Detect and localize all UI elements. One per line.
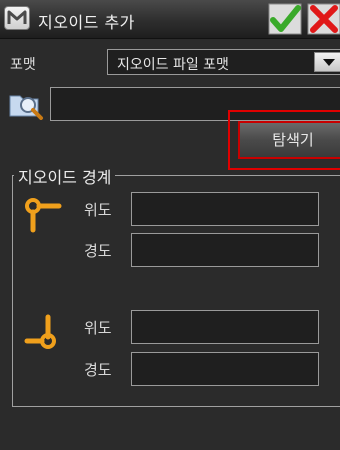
format-label: 포맷 xyxy=(10,57,36,73)
se-longitude-input[interactable] xyxy=(131,352,319,386)
format-select[interactable]: 지오이드 파일 포맷 xyxy=(107,49,340,75)
dialog-title: 지오이드 추가 xyxy=(38,13,135,32)
nw-latitude-label: 위도 xyxy=(84,201,112,219)
se-longitude-label: 경도 xyxy=(84,361,112,379)
title-bar: 지오이드 추가 xyxy=(0,0,340,39)
nw-latitude-input[interactable] xyxy=(131,192,319,226)
explorer-button[interactable]: 탐색기 xyxy=(238,121,340,159)
folder-search-icon[interactable] xyxy=(8,88,48,120)
chevron-down-icon xyxy=(323,59,335,66)
dialog-window: 지오이드 추가 포맷 지오이드 파일 포맷 탐색기 지오이드 경계 위도 경도 … xyxy=(0,0,340,450)
corner-top-left-icon xyxy=(24,194,64,234)
se-latitude-label: 위도 xyxy=(84,319,112,337)
checkmark-icon xyxy=(268,3,302,35)
geoid-boundary-title: 지오이드 경계 xyxy=(14,164,116,188)
ok-button[interactable] xyxy=(268,3,302,35)
app-logo-icon xyxy=(4,6,30,30)
dropdown-button[interactable] xyxy=(314,52,340,72)
corner-bottom-right-icon xyxy=(24,313,64,353)
nw-longitude-label: 경도 xyxy=(84,242,112,260)
close-icon xyxy=(307,3,340,35)
format-selected-value: 지오이드 파일 포맷 xyxy=(117,57,229,73)
nw-longitude-input[interactable] xyxy=(131,233,319,267)
se-latitude-input[interactable] xyxy=(131,310,319,344)
cancel-button[interactable] xyxy=(307,3,340,35)
